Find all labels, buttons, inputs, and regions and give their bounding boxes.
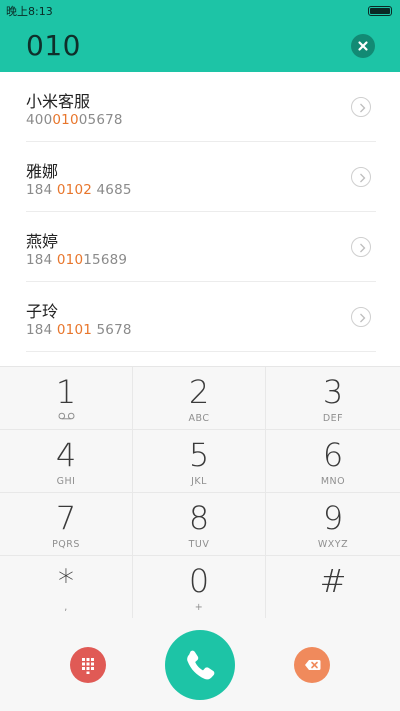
key-digit: 6	[322, 436, 344, 474]
key-digit: *	[58, 562, 74, 600]
contact-detail-button[interactable]	[351, 97, 371, 117]
contact-item[interactable]: 雅娜 184 0102 4685	[0, 142, 400, 212]
dial-keypad: 1 2 ABC 3 DEF 4 GHI 5 JKL 6 MNO 7 PQRS 8…	[0, 366, 400, 619]
contact-item[interactable]: 燕婷 184 01015689	[0, 212, 400, 282]
chevron-right-icon	[360, 243, 366, 253]
keypad-toggle-button[interactable]	[70, 647, 106, 683]
clear-button[interactable]	[351, 34, 375, 58]
backspace-icon	[305, 660, 321, 670]
close-icon	[358, 41, 368, 51]
key-hash[interactable]: #	[266, 556, 400, 619]
key-digit: 3	[322, 373, 344, 411]
key-8[interactable]: 8 TUV	[133, 493, 266, 556]
key-letters: PQRS	[52, 539, 80, 550]
key-letters: GHI	[56, 476, 76, 487]
phone-icon	[187, 650, 215, 680]
number-match: 010	[56, 252, 84, 268]
key-letters: DEF	[322, 413, 344, 424]
contact-number: 184 01015689	[26, 252, 128, 268]
key-letters: ,	[64, 602, 68, 613]
key-digit: 9	[322, 499, 344, 537]
contact-name: 燕婷	[26, 232, 59, 251]
dialer-screen: 晚上8:13 010 小米客服 40001005678 雅娜 184 0102 …	[0, 0, 400, 711]
contact-name: 雅娜	[26, 162, 59, 181]
battery-icon	[368, 6, 392, 16]
number-match: 0101	[56, 322, 93, 338]
status-time: 晚上8:13	[6, 5, 53, 18]
contact-detail-button[interactable]	[351, 307, 371, 327]
contact-name: 子玲	[26, 302, 59, 321]
action-bar	[0, 618, 400, 711]
key-digit: 1	[55, 373, 77, 411]
key-digit: 7	[55, 499, 77, 537]
key-6[interactable]: 6 MNO	[266, 430, 400, 493]
contact-number: 40001005678	[26, 112, 123, 128]
chevron-right-icon	[360, 173, 366, 183]
divider	[26, 351, 376, 352]
key-digit: 4	[55, 436, 77, 474]
key-1[interactable]: 1	[0, 367, 133, 430]
contact-number: 184 0102 4685	[26, 182, 132, 198]
number-match: 010	[52, 112, 79, 128]
contact-results: 小米客服 40001005678 雅娜 184 0102 4685 燕婷 184…	[0, 72, 400, 365]
key-7[interactable]: 7 PQRS	[0, 493, 133, 556]
key-digit: 0	[188, 562, 210, 600]
contact-item[interactable]: 子玲 184 0101 5678	[0, 282, 400, 352]
key-5[interactable]: 5 JKL	[133, 430, 266, 493]
number-match: 0102	[56, 182, 93, 198]
key-2[interactable]: 2 ABC	[133, 367, 266, 430]
chevron-right-icon	[360, 313, 366, 323]
backspace-button[interactable]	[294, 647, 330, 683]
key-letters: +	[194, 602, 204, 613]
key-3[interactable]: 3 DEF	[266, 367, 400, 430]
key-letters: WXYZ	[317, 539, 349, 550]
voicemail-icon	[58, 412, 75, 420]
key-letters: JKL	[191, 476, 207, 487]
dialed-number: 010	[26, 29, 81, 62]
key-letters: TUV	[188, 539, 210, 550]
contact-detail-button[interactable]	[351, 167, 371, 187]
key-letters: MNO	[320, 476, 346, 487]
key-star[interactable]: * ,	[0, 556, 133, 619]
key-digit: #	[319, 562, 347, 600]
header: 晚上8:13 010	[0, 0, 400, 72]
contact-item[interactable]: 小米客服 40001005678	[0, 72, 400, 142]
key-digit: 2	[188, 373, 210, 411]
dialpad-icon	[82, 658, 94, 674]
contact-name: 小米客服	[26, 92, 91, 111]
call-button[interactable]	[165, 630, 235, 700]
key-digit: 5	[188, 436, 210, 474]
chevron-right-icon	[360, 103, 366, 113]
key-0[interactable]: 0 +	[133, 556, 266, 619]
contact-detail-button[interactable]	[351, 237, 371, 257]
key-9[interactable]: 9 WXYZ	[266, 493, 400, 556]
key-digit: 8	[188, 499, 210, 537]
key-4[interactable]: 4 GHI	[0, 430, 133, 493]
status-bar: 晚上8:13	[0, 0, 400, 22]
contact-number: 184 0101 5678	[26, 322, 132, 338]
key-letters: ABC	[188, 413, 210, 424]
